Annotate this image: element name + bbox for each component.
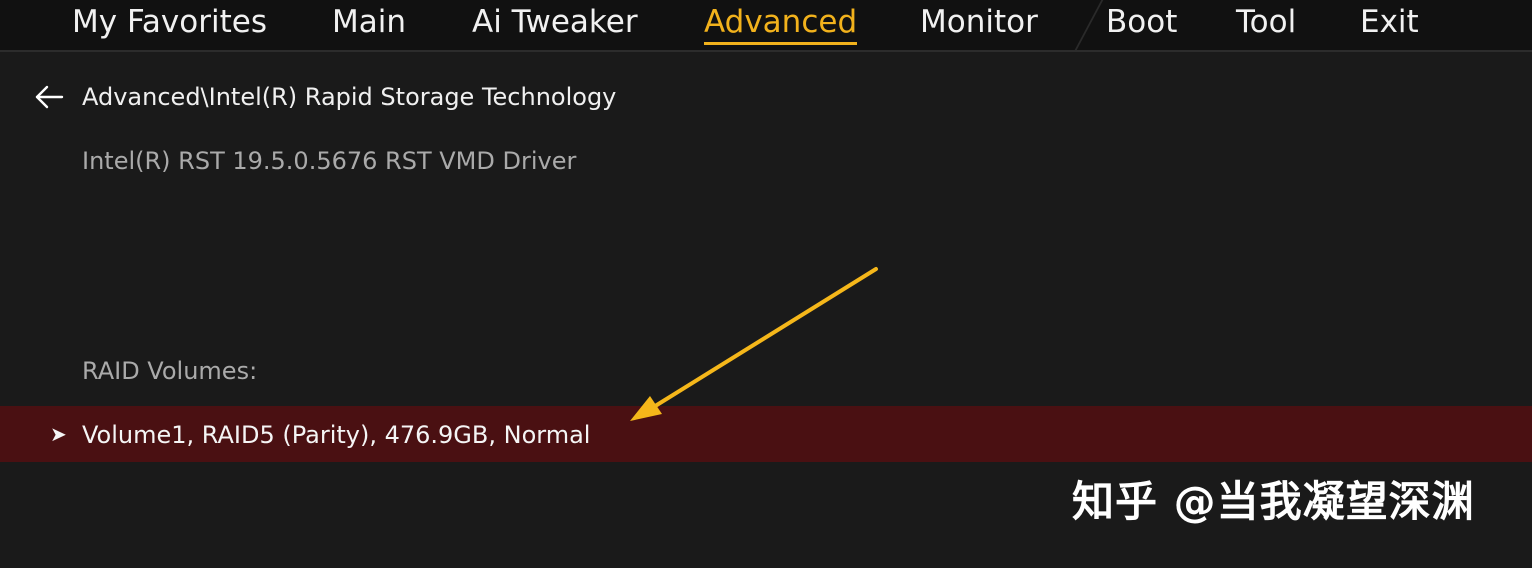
tab-ai-tweaker[interactable]: Ai Tweaker	[472, 2, 638, 42]
tab-advanced-label: Advanced	[704, 4, 858, 40]
arrow-left-icon[interactable]	[34, 84, 64, 110]
driver-info-text: Intel(R) RST 19.5.0.5676 RST VMD Driver	[82, 147, 577, 175]
tab-main[interactable]: Main	[332, 2, 406, 42]
tab-boot[interactable]: Boot	[1106, 2, 1177, 42]
tab-my-favorites[interactable]: My Favorites	[72, 2, 267, 42]
tab-tool[interactable]: Tool	[1236, 2, 1296, 42]
raid-volumes-label: RAID Volumes:	[82, 357, 258, 385]
breadcrumb: Advanced\Intel(R) Rapid Storage Technolo…	[82, 83, 617, 111]
active-tab-underline	[704, 42, 858, 45]
chevron-right-icon: ➤	[50, 422, 67, 446]
tab-separator	[1074, 0, 1104, 50]
tab-advanced[interactable]: Advanced	[704, 2, 858, 45]
tab-exit[interactable]: Exit	[1360, 2, 1419, 42]
annotation-arrow-shaft	[650, 267, 878, 410]
raid-volume-item[interactable]: ➤ Volume1, RAID5 (Parity), 476.9GB, Norm…	[0, 406, 1532, 462]
watermark: 知乎 @当我凝望深渊	[1072, 477, 1475, 526]
tab-monitor[interactable]: Monitor	[920, 2, 1038, 42]
top-nav-bar: My Favorites Main Ai Tweaker Advanced Mo…	[0, 0, 1532, 52]
raid-volume-label: Volume1, RAID5 (Parity), 476.9GB, Normal	[82, 421, 591, 449]
